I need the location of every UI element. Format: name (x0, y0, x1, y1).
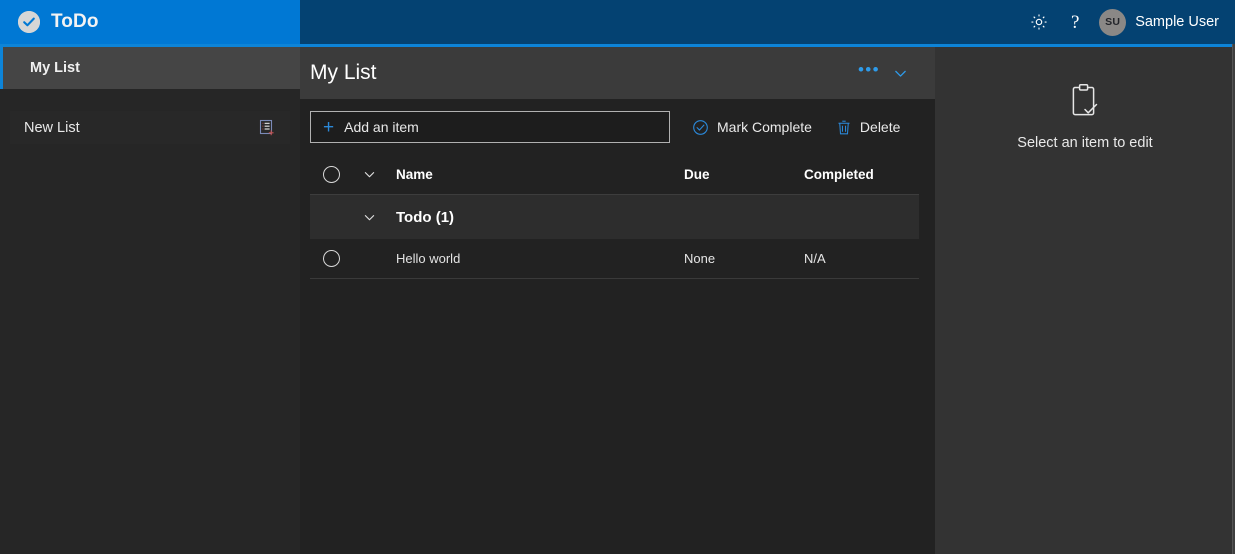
more-options-button[interactable]: ••• (858, 61, 880, 85)
mark-complete-label: Mark Complete (717, 119, 812, 135)
question-mark-icon: ? (1070, 11, 1080, 33)
gear-icon (1030, 13, 1048, 31)
mark-complete-button[interactable]: Mark Complete (690, 115, 814, 140)
chevron-down-icon[interactable] (892, 65, 909, 82)
plus-icon: + (323, 116, 335, 138)
list-pane: My List ••• + Add an item Mark Complete … (300, 44, 935, 554)
trash-icon (836, 119, 852, 136)
add-item-input[interactable] (344, 119, 657, 135)
new-list-row[interactable] (10, 111, 290, 144)
table-group-row[interactable]: Todo (1) (310, 195, 919, 239)
group-collapse-toggle[interactable] (352, 210, 386, 225)
circle-icon (322, 250, 340, 267)
check-circle-outline-icon (692, 119, 709, 136)
sidebar: My List (0, 44, 300, 554)
row-due: None (684, 251, 716, 266)
avatar-initials: SU (1105, 16, 1121, 28)
expand-all-toggle[interactable] (352, 167, 386, 182)
new-list-input[interactable] (24, 119, 258, 136)
details-empty-text: Select an item to edit (1017, 135, 1153, 151)
add-item-field[interactable]: + (310, 111, 670, 143)
app-title: ToDo (51, 11, 99, 32)
page-title: My List (310, 61, 377, 84)
list-title-actions: ••• (858, 61, 909, 85)
sidebar-item-label: My List (30, 60, 80, 76)
clipboard-check-icon (1068, 83, 1102, 119)
row-select-checkbox[interactable] (310, 250, 352, 267)
table-row[interactable]: Hello world None N/A (310, 239, 919, 279)
user-name[interactable]: Sample User (1135, 14, 1221, 30)
sidebar-content (0, 89, 300, 554)
list-title-bar: My List ••• (300, 47, 935, 99)
row-name: Hello world (396, 251, 461, 266)
row-completed: N/A (804, 251, 826, 266)
group-label: Todo (1) (396, 208, 455, 226)
select-all-checkbox[interactable] (310, 166, 352, 183)
items-table: Name Due Completed Todo (1) Hello world … (300, 155, 935, 554)
app-body: My List New List My List ••• + Add an it… (0, 44, 1235, 554)
delete-label: Delete (859, 119, 901, 135)
sidebar-item-my-list[interactable]: My List (0, 47, 300, 89)
table-header-row: Name Due Completed (310, 155, 919, 195)
column-header-due[interactable]: Due (684, 167, 804, 182)
header-actions: ? SU Sample User (300, 0, 1235, 44)
app-header: ToDo ? SU Sample User (0, 0, 1235, 44)
column-header-name[interactable]: Name (386, 167, 684, 182)
avatar[interactable]: SU (1099, 8, 1127, 36)
help-button[interactable]: ? (1057, 4, 1093, 40)
add-list-icon[interactable] (258, 119, 276, 137)
circle-icon (322, 166, 340, 183)
column-header-completed[interactable]: Completed (804, 167, 919, 182)
app-window: ToDo ? SU Sample User My List New List M… (0, 0, 1235, 554)
check-circle-icon (18, 11, 40, 33)
details-pane: Select an item to edit (935, 44, 1235, 554)
delete-button[interactable]: Delete (834, 115, 902, 140)
brand-area[interactable]: ToDo (0, 0, 300, 44)
toolbar: + Mark Complete (300, 99, 935, 155)
settings-button[interactable] (1021, 4, 1057, 40)
